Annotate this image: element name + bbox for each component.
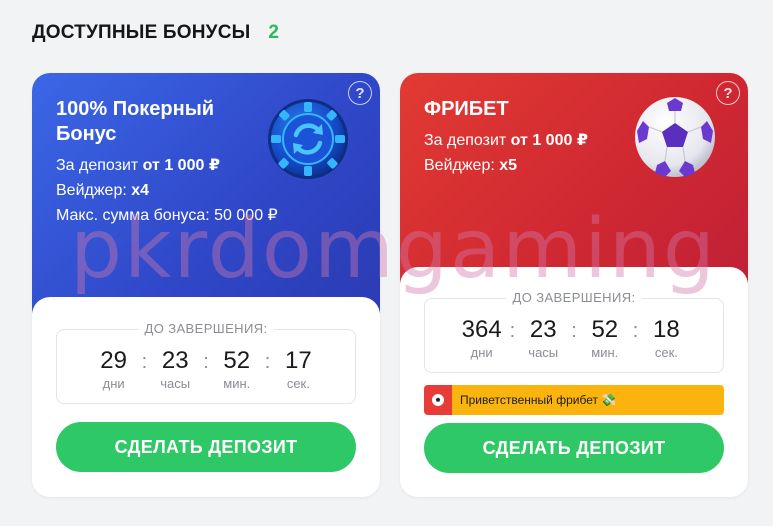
timer-label: ДО ЗАВЕРШЕНИЯ: xyxy=(506,290,642,305)
timer-seconds: 18 сек. xyxy=(653,316,680,361)
timer-days: 29 дни xyxy=(100,347,127,392)
timer-separator: : xyxy=(571,320,577,342)
freebet-tag: Приветственный фрибет 💸 xyxy=(424,385,724,415)
countdown-timer: ДО ЗАВЕРШЕНИЯ: 364 дни : 23 часы : 52 мин. … xyxy=(424,290,724,373)
timer-separator: : xyxy=(264,351,271,373)
max-bonus-line: Макс. сумма бонуса: 50 000 ₽ xyxy=(56,207,278,224)
timer-days: 364 дни xyxy=(461,316,502,361)
soccer-ball-icon xyxy=(633,95,717,184)
heading-title: ДОСТУПНЫЕ БОНУСЫ xyxy=(32,22,251,43)
timer-minutes: 52 мин. xyxy=(223,347,251,392)
available-bonuses-heading: ДОСТУПНЫЕ БОНУСЫ 2 xyxy=(32,22,279,44)
tag-label: Приветственный фрибет 💸 xyxy=(460,393,617,407)
make-deposit-button[interactable]: СДЕЛАТЬ ДЕПОЗИТ xyxy=(424,423,724,473)
countdown-timer: ДО ЗАВЕРШЕНИЯ: 29 дни : 23 часы : 52 мин. :… xyxy=(56,321,356,404)
poker-chip-icon xyxy=(266,97,350,186)
timer-separator: : xyxy=(632,320,639,342)
bonus-card-header: ФРИБЕТ За депозит от 1 000 ₽ Вейджер: x5… xyxy=(400,73,748,283)
soccer-ball-icon xyxy=(424,385,452,415)
bonus-card-poker: 100% Покерный Бонус За депозит от 1 000 … xyxy=(32,73,380,497)
timer-seconds: 17 сек. xyxy=(284,347,312,392)
timer-hours: 23 часы xyxy=(528,316,559,361)
timer-separator: : xyxy=(203,351,209,373)
help-icon[interactable]: ? xyxy=(716,81,740,105)
timer-separator: : xyxy=(509,320,516,342)
bonus-title: ФРИБЕТ xyxy=(424,98,509,120)
timer-separator: : xyxy=(141,351,148,373)
bonus-count: 2 xyxy=(268,22,279,43)
timer-label: ДО ЗАВЕРШЕНИЯ: xyxy=(138,321,274,336)
bonus-title: 100% Покерный Бонус xyxy=(56,98,215,145)
bonus-card-header: 100% Покерный Бонус За депозит от 1 000 … xyxy=(32,73,380,313)
timer-minutes: 52 мин. xyxy=(591,316,619,361)
make-deposit-button[interactable]: СДЕЛАТЬ ДЕПОЗИТ xyxy=(56,422,356,472)
bonus-card-freebet: ФРИБЕТ За депозит от 1 000 ₽ Вейджер: x5… xyxy=(400,73,748,497)
timer-hours: 23 часы xyxy=(160,347,191,392)
help-icon[interactable]: ? xyxy=(348,81,372,105)
